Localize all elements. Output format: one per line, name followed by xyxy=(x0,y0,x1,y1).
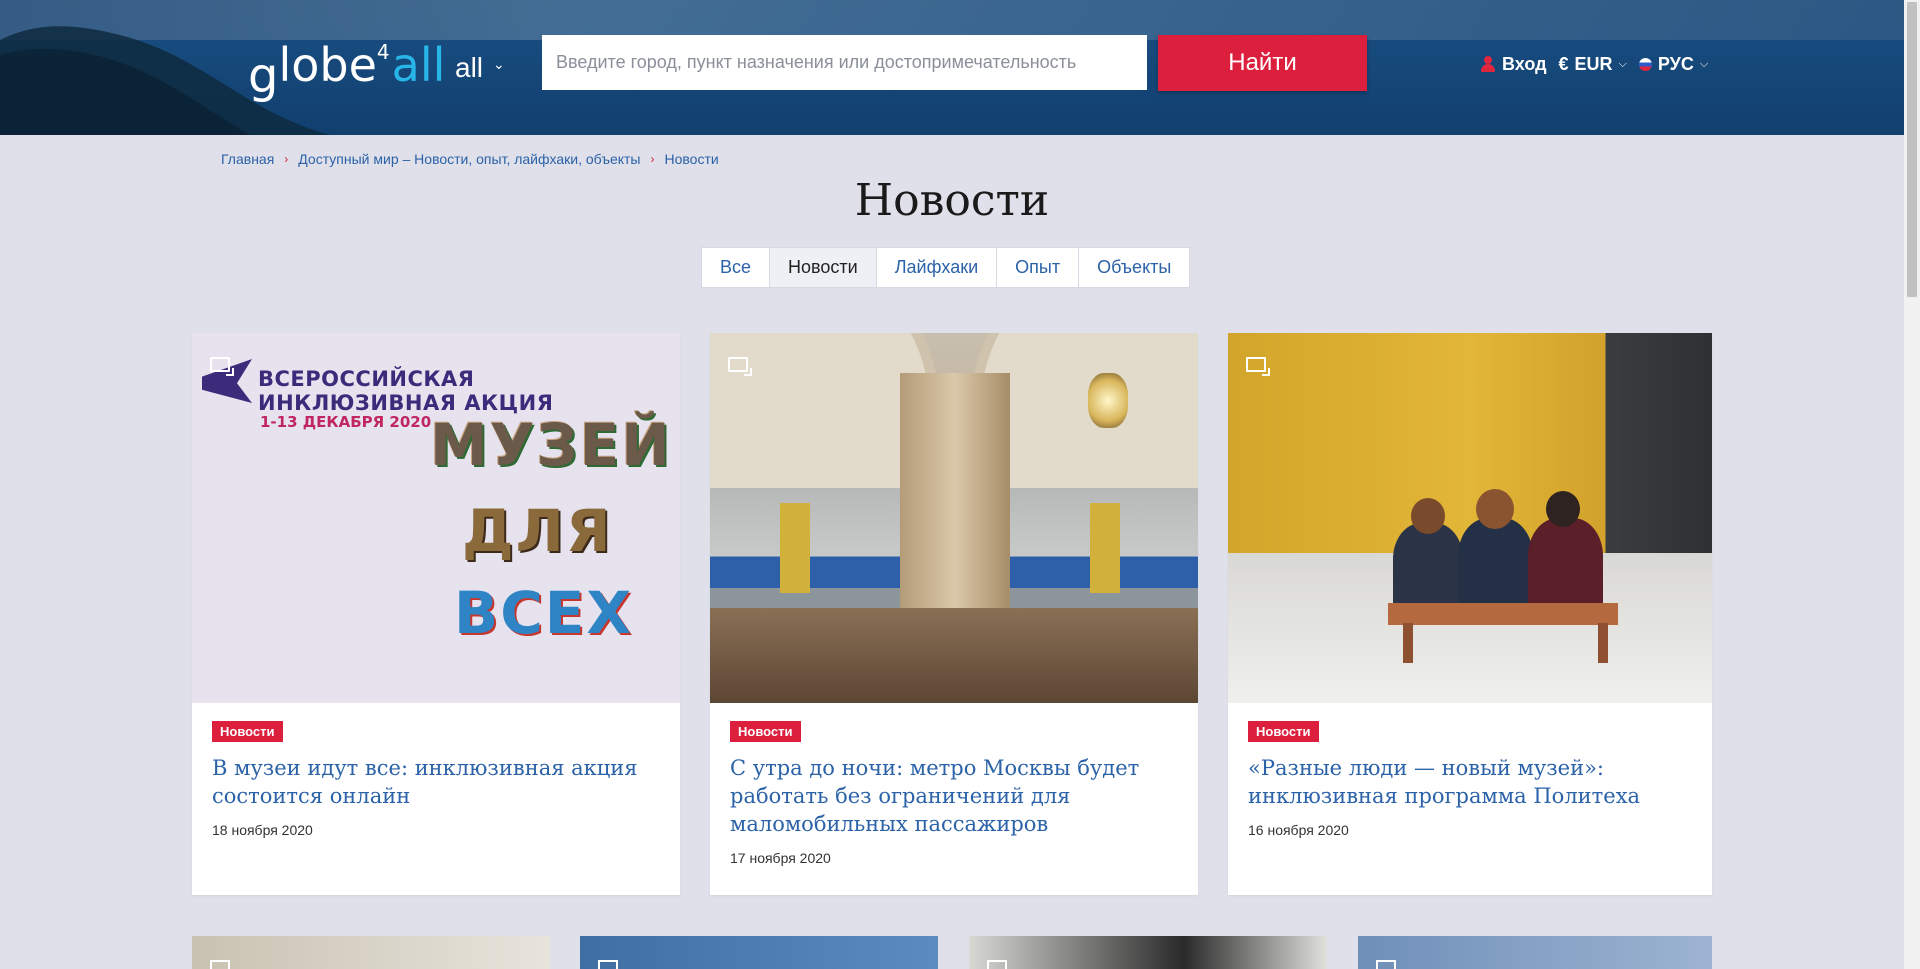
marble-pillar xyxy=(900,373,1010,633)
breadcrumb-separator: › xyxy=(284,152,289,166)
login-link[interactable]: Вход xyxy=(1480,54,1547,75)
moscow-metro-station-image xyxy=(710,333,1198,703)
logo-superscript-four: 4 xyxy=(376,40,390,64)
poster-word-all: ВСЕХ xyxy=(454,579,634,647)
page-scrollbar[interactable] xyxy=(1904,0,1920,969)
visitor-head xyxy=(1476,489,1514,529)
poster-word-for: ДЛЯ xyxy=(462,497,613,565)
poster-dates: 1-13 ДЕКАБРЯ 2020 xyxy=(260,413,432,431)
tab-all[interactable]: Все xyxy=(702,248,771,287)
euro-icon: € xyxy=(1558,53,1569,74)
logo-text-lobe: lobe xyxy=(278,38,377,92)
museum-visitors-image xyxy=(1228,333,1712,703)
card-title[interactable]: В музеи идут все: инклюзивная акция сост… xyxy=(212,754,660,810)
language-selector[interactable]: РУС ⌵ xyxy=(1638,53,1709,75)
card-image[interactable] xyxy=(1228,333,1712,703)
logo-text-all: all xyxy=(391,38,446,92)
site-header: g lobe 4 all all ⌄ Найти Вход € EUR ⌵ РУ… xyxy=(0,0,1904,135)
login-label: Вход xyxy=(1502,53,1547,74)
tab-objects[interactable]: Объекты xyxy=(1079,248,1190,287)
category-badge[interactable]: Новости xyxy=(212,721,283,742)
currency-selector[interactable]: € EUR ⌵ xyxy=(1559,54,1627,75)
card-title[interactable]: С утра до ночи: метро Москвы будет работ… xyxy=(730,754,1178,838)
gallery-icon xyxy=(1246,357,1270,376)
visitor xyxy=(1528,518,1603,613)
breadcrumb-accessible-world[interactable]: Доступный мир – Новости, опыт, лайфхаки,… xyxy=(298,151,640,167)
museum-for-all-poster-image: ВСЕРОССИЙСКАЯ ИНКЛЮЗИВНАЯ АКЦИЯ 1-13 ДЕК… xyxy=(192,333,680,703)
card-date: 18 ноября 2020 xyxy=(212,822,313,838)
breadcrumb-separator: › xyxy=(650,152,655,166)
gallery-icon xyxy=(728,357,752,376)
visitor xyxy=(1458,518,1533,613)
news-card-thumbnail[interactable] xyxy=(969,936,1327,969)
chevron-down-icon: ⌵ xyxy=(1618,57,1627,70)
currency-label: EUR xyxy=(1574,53,1613,74)
card-body: Новости «Разные люди — новый музей»: инк… xyxy=(1228,703,1712,858)
gallery-icon xyxy=(210,357,234,376)
poster-word-museum: МУЗЕЙ xyxy=(430,411,672,479)
gallery-icon xyxy=(1376,960,1396,969)
logo-letter-g: g xyxy=(248,48,279,104)
tab-experience[interactable]: Опыт xyxy=(997,248,1080,287)
search-button[interactable]: Найти xyxy=(1158,35,1367,91)
header-user-controls: Вход € EUR ⌵ РУС ⌵ xyxy=(1480,52,1720,76)
gallery-icon xyxy=(210,960,230,969)
site-logo[interactable]: g lobe 4 all xyxy=(248,38,446,104)
card-title[interactable]: «Разные люди — новый музей»: инклюзивная… xyxy=(1248,754,1692,810)
chevron-down-icon: ⌵ xyxy=(1699,57,1709,70)
breadcrumb-news[interactable]: Новости xyxy=(665,151,719,167)
chevron-down-icon: ⌄ xyxy=(493,55,505,72)
news-card[interactable]: ВСЕРОССИЙСКАЯ ИНКЛЮЗИВНАЯ АКЦИЯ 1-13 ДЕК… xyxy=(192,333,680,895)
news-card-thumbnail[interactable] xyxy=(580,936,938,969)
tab-news[interactable]: Новости xyxy=(770,248,877,287)
breadcrumb: Главная › Доступный мир – Новости, опыт,… xyxy=(221,150,719,168)
language-label: РУС xyxy=(1657,53,1694,74)
train-door xyxy=(780,503,810,593)
poster-heading: ВСЕРОССИЙСКАЯ ИНКЛЮЗИВНАЯ АКЦИЯ xyxy=(258,367,554,415)
gallery-icon xyxy=(987,960,1007,969)
category-tabs: Все Новости Лайфхаки Опыт Объекты xyxy=(701,247,1191,288)
chandelier xyxy=(1088,373,1128,428)
category-badge[interactable]: Новости xyxy=(730,721,801,742)
search-input[interactable] xyxy=(542,35,1147,90)
bench-leg xyxy=(1598,623,1608,663)
station-floor xyxy=(710,608,1198,703)
tab-lifehacks[interactable]: Лайфхаки xyxy=(876,248,998,287)
breadcrumb-home[interactable]: Главная xyxy=(221,151,274,167)
bench-leg xyxy=(1403,623,1413,663)
train-door xyxy=(1090,503,1120,593)
news-card[interactable]: Новости С утра до ночи: метро Москвы буд… xyxy=(710,333,1198,895)
news-card-thumbnail[interactable] xyxy=(1358,936,1712,969)
gallery-icon xyxy=(598,960,618,969)
visitor xyxy=(1393,523,1463,613)
category-badge[interactable]: Новости xyxy=(1248,721,1319,742)
site-section-dropdown[interactable]: all ⌄ xyxy=(455,52,505,84)
news-card[interactable]: Новости «Разные люди — новый музей»: инк… xyxy=(1228,333,1712,895)
card-body: Новости С утра до ночи: метро Москвы буд… xyxy=(710,703,1198,886)
visitor-head xyxy=(1546,491,1580,527)
russia-flag-icon xyxy=(1638,57,1652,71)
card-image[interactable]: ВСЕРОССИЙСКАЯ ИНКЛЮЗИВНАЯ АКЦИЯ 1-13 ДЕК… xyxy=(192,333,680,703)
news-card-thumbnail[interactable] xyxy=(192,936,550,969)
page-title: Новости xyxy=(854,175,1050,226)
scrollbar-thumb[interactable] xyxy=(1907,2,1917,297)
card-date: 17 ноября 2020 xyxy=(730,850,831,866)
visitor-head xyxy=(1411,498,1445,534)
card-image[interactable] xyxy=(710,333,1198,703)
wooden-bench xyxy=(1388,603,1618,625)
site-section-label: all xyxy=(455,52,484,83)
user-icon xyxy=(1480,56,1496,72)
card-body: Новости В музеи идут все: инклюзивная ак… xyxy=(192,703,680,858)
card-date: 16 ноября 2020 xyxy=(1248,822,1349,838)
